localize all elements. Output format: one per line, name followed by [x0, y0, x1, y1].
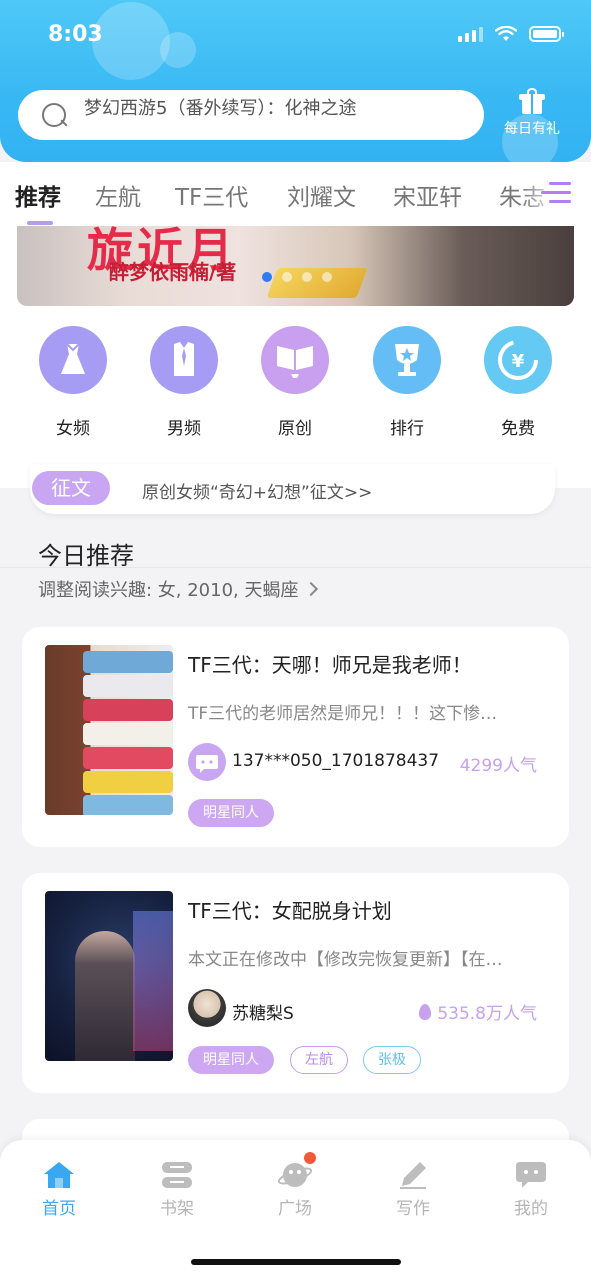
nav-label: 广场 [278, 1199, 312, 1219]
author-avatar [188, 989, 226, 1027]
interest-adjust-text: 调整阅读兴趣: 女, 2010, 天蝎座 [38, 580, 299, 601]
book-icon [261, 326, 329, 394]
planet-icon [277, 1152, 316, 1190]
book-cover [45, 645, 173, 815]
pen-icon [396, 1160, 430, 1190]
category-label: 原创 [278, 419, 312, 439]
wifi-icon [495, 26, 517, 41]
category-label: 男频 [167, 419, 201, 439]
book-card[interactable]: TF三代：女配脱身计划 本文正在修改中【修改完恢复更新】【在… 苏糖梨S 535… [22, 873, 569, 1093]
book-author: 苏糖梨S [232, 1004, 294, 1024]
svg-text:¥: ¥ [512, 351, 525, 372]
banner-author: 醉梦依雨楠/著 [109, 260, 237, 284]
category-label: 排行 [390, 419, 424, 439]
book-tag[interactable]: 张极 [363, 1046, 421, 1074]
dress-icon [39, 326, 107, 394]
search-placeholder: 梦幻西游5（番外续写）：化神之途 [84, 98, 357, 119]
author-avatar [188, 743, 226, 781]
search-icon [40, 101, 68, 129]
nav-label: 首页 [42, 1199, 76, 1219]
category-ranking[interactable]: 排行 [373, 326, 441, 439]
divider [0, 567, 591, 568]
chevron-right-icon [304, 581, 319, 597]
book-tag[interactable]: 明星同人 [188, 1046, 274, 1074]
category-female[interactable]: 女频 [39, 326, 107, 439]
tab-recommend[interactable]: 推荐 [15, 178, 61, 212]
contest-chip: 征文 [32, 471, 110, 505]
home-icon [42, 1160, 76, 1190]
category-label: 免费 [501, 419, 535, 439]
book-tag[interactable]: 明星同人 [188, 799, 274, 827]
banner-dot[interactable] [282, 272, 292, 282]
book-popularity: 4299人气 [459, 756, 537, 776]
banner-dots [262, 272, 332, 282]
signal-icon [458, 26, 483, 42]
daily-gift-label: 每日有礼 [504, 121, 560, 137]
gift-icon [519, 88, 545, 114]
book-cover [45, 891, 173, 1061]
search-bar[interactable]: 梦幻西游5（番外续写）：化神之途 [18, 90, 484, 140]
book-desc: 本文正在修改中【修改完恢复更新】【在… [188, 950, 503, 970]
contest-text: 原创女频“奇幻+幻想”征文>> [142, 483, 373, 503]
banner[interactable]: 旋近月 醉梦依雨楠/著 [17, 226, 574, 306]
trophy-icon [373, 326, 441, 394]
status-icons [458, 26, 564, 42]
book-card[interactable]: TF三代：天哪！师兄是我老师！ TF三代的老师居然是师兄！！！这下惨… 137*… [22, 627, 569, 847]
category-label: 女频 [56, 419, 90, 439]
shirt-icon [150, 326, 218, 394]
home-indicator [191, 1259, 401, 1265]
banner-dot[interactable] [322, 272, 332, 282]
tabs-menu-icon[interactable] [541, 180, 571, 206]
banner-dot[interactable] [302, 272, 312, 282]
section-title: 今日推荐 [38, 542, 134, 570]
tab-songyaxuan[interactable]: 宋亚轩 [393, 178, 462, 212]
notification-badge [304, 1152, 316, 1164]
tab-zuohang[interactable]: 左航 [95, 178, 141, 212]
nav-home[interactable]: 首页 [24, 1160, 94, 1219]
interest-adjust-link[interactable]: 调整阅读兴趣: 女, 2010, 天蝎座 [38, 576, 319, 602]
book-title: TF三代：天哪！师兄是我老师！ [188, 653, 472, 677]
decor-bubble [92, 2, 170, 80]
yen-icon: ¥ [484, 326, 552, 394]
nav-square[interactable]: 广场 [260, 1152, 330, 1219]
decor-bubble [160, 32, 196, 68]
book-tag[interactable]: 左航 [290, 1046, 348, 1074]
banner-dot[interactable] [262, 272, 272, 282]
category-original[interactable]: 原创 [261, 326, 329, 439]
book-author: 137***050_1701878437 [232, 751, 440, 771]
category-male[interactable]: 男频 [150, 326, 218, 439]
book-title: TF三代：女配脱身计划 [188, 899, 392, 923]
flame-icon [419, 1004, 432, 1020]
active-tab-indicator [27, 221, 53, 225]
tab-tf3[interactable]: TF三代 [175, 178, 248, 212]
category-free[interactable]: ¥ 免费 [484, 326, 552, 439]
nav-write[interactable]: 写作 [378, 1160, 448, 1219]
tab-liuyaowen[interactable]: 刘耀文 [287, 178, 356, 212]
nav-label: 书架 [160, 1199, 194, 1219]
nav-me[interactable]: 我的 [496, 1160, 566, 1219]
nav-bookshelf[interactable]: 书架 [142, 1160, 212, 1219]
popularity-value: 535.8万人气 [437, 1004, 537, 1024]
book-popularity: 535.8万人气 [419, 999, 537, 1024]
chat-bubble-icon [514, 1160, 548, 1190]
contest-notice[interactable]: 征文 原创女频“奇幻+幻想”征文>> [30, 464, 555, 514]
status-time: 8:03 [48, 22, 103, 47]
daily-gift-button[interactable]: 每日有礼 [497, 88, 567, 138]
header: 8:03 梦幻西游5（番外续写）：化神之途 每日有礼 [0, 0, 591, 162]
bookshelf-icon [160, 1160, 194, 1190]
nav-label: 我的 [514, 1199, 548, 1219]
book-desc: TF三代的老师居然是师兄！！！这下惨… [188, 704, 498, 724]
nav-label: 写作 [396, 1199, 430, 1219]
battery-icon [529, 26, 564, 42]
